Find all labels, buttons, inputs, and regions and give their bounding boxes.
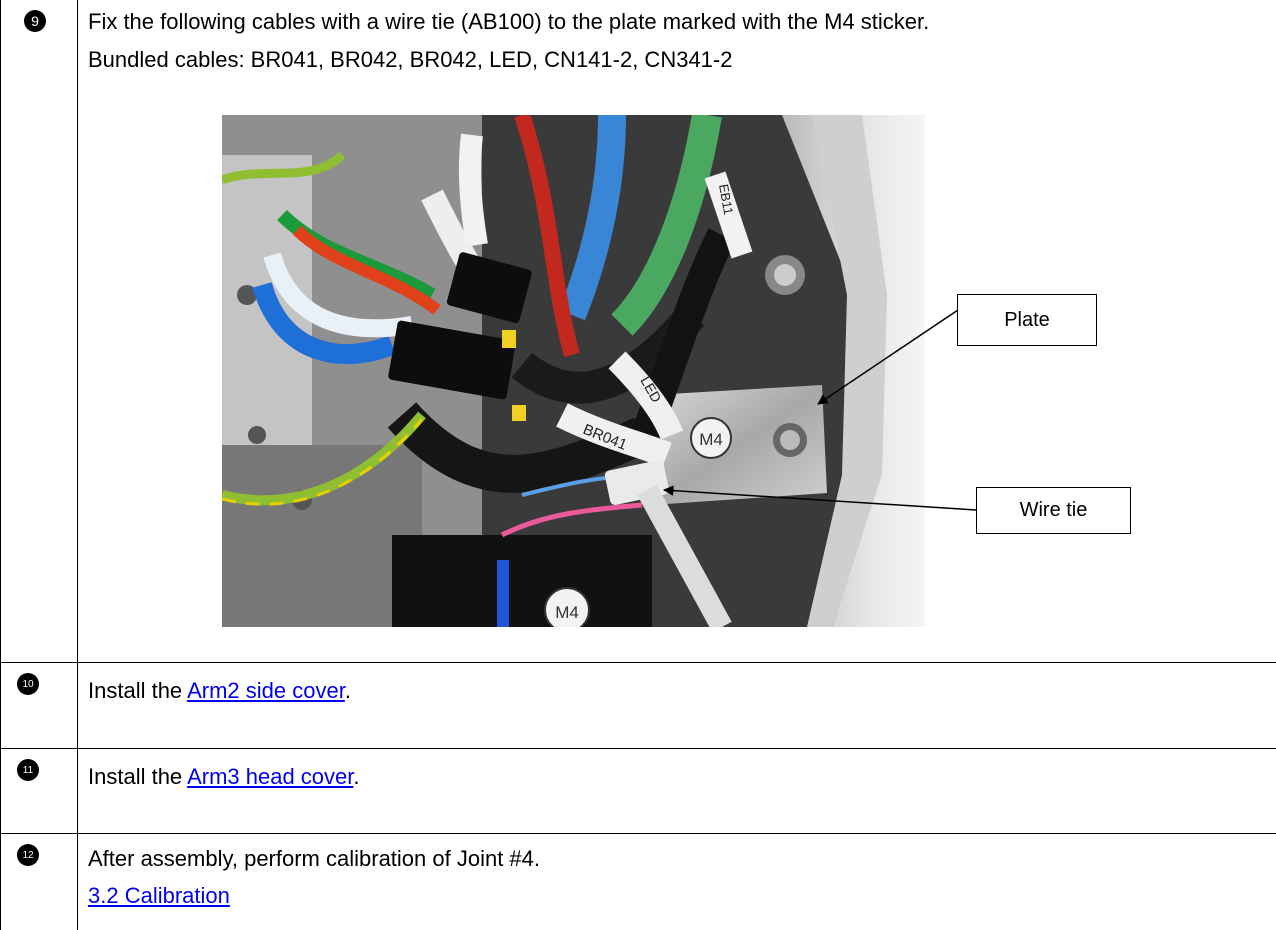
table-row-divider [0,748,1276,749]
step-number-badge: 9 [24,10,46,32]
table-row-divider [0,662,1276,663]
callout-plate: Plate [957,294,1097,346]
m4-sticker-upper: M4 [699,430,723,449]
step-number: 10 [22,678,34,690]
table-column-divider [77,0,78,930]
step-number: 11 [22,764,34,776]
step-number-badge: 10 [17,673,39,695]
step-10-instruction: Install the Arm2 side cover. [88,678,351,704]
assembly-photo: M4 M4 BR041 LED EB11 [222,115,925,627]
calibration-link[interactable]: 3.2 Calibration [88,883,230,909]
step-9-instruction: Fix the following cables with a wire tie… [88,9,930,34]
step-number-badge: 12 [17,844,39,866]
step-11-instruction: Install the Arm3 head cover. [88,764,360,790]
step-number: 9 [31,13,39,29]
callout-wire-tie-label: Wire tie [1019,499,1088,521]
table-row-divider [0,833,1276,834]
step-number: 12 [22,849,34,861]
callout-plate-label: Plate [1004,308,1050,331]
table-border-left [0,0,1,930]
step-number-badge: 11 [17,759,39,781]
manual-page: 9 Fix the following cables with a wire t… [0,0,1276,930]
arm3-head-cover-link[interactable]: Arm3 head cover [187,764,353,789]
callout-wire-tie: Wire tie [976,487,1131,534]
step-11-suffix: . [353,764,360,789]
step-11-prefix: Install the [88,764,188,789]
m4-sticker-lower: M4 [555,603,579,622]
step-9-bundled-cables: Bundled cables: BR041, BR042, BR042, LED… [88,47,733,72]
step-10-suffix: . [344,678,351,703]
step-10-prefix: Install the [88,678,188,703]
step-12-instruction: After assembly, perform calibration of J… [88,846,541,871]
arm2-side-cover-link[interactable]: Arm2 side cover [187,678,345,703]
